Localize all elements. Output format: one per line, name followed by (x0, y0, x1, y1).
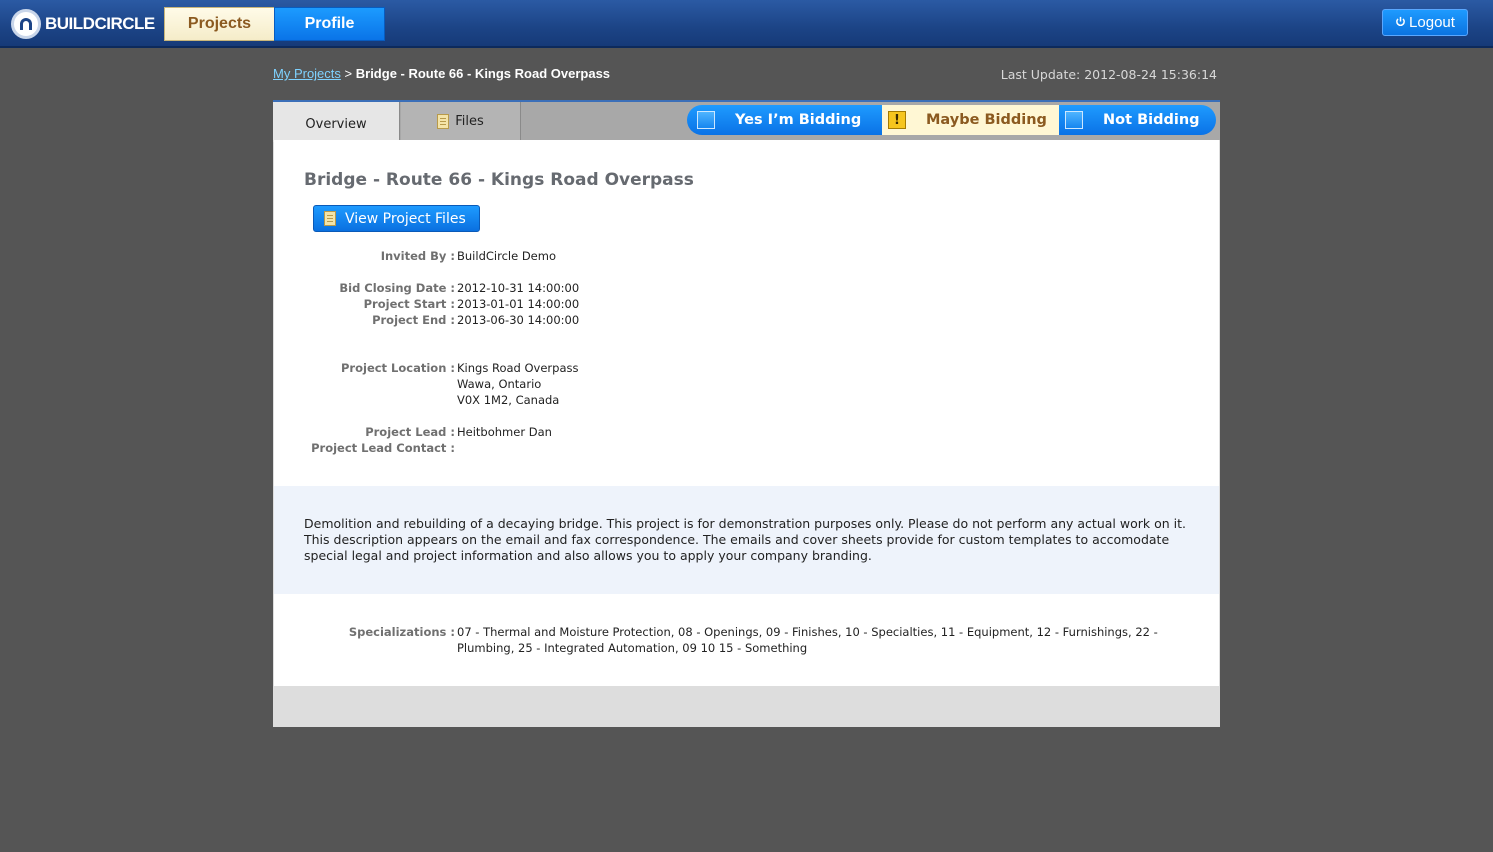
nav-tab-projects[interactable]: Projects (164, 7, 275, 41)
project-lead-contact-label: Project Lead Contact : (311, 441, 455, 455)
tab-files[interactable]: Files (401, 102, 521, 140)
project-end-value: 2013-06-30 14:00:00 (457, 313, 580, 327)
bid-closing-date-label: Bid Closing Date : (339, 281, 455, 295)
project-title: Bridge - Route 66 - Kings Road Overpass (304, 170, 694, 190)
specializations-label: Specializations : (348, 625, 455, 639)
last-update-text: Last Update: 2012-08-24 15:36:14 (1000, 67, 1217, 82)
project-panel: Overview Files Yes I’m Bidding ! Maybe B… (273, 100, 1220, 727)
maybe-bidding-label: Maybe Bidding (926, 112, 1047, 128)
logout-button[interactable]: Logout (1382, 9, 1468, 36)
project-start-label: Project Start : (363, 297, 455, 311)
tab-bar: Overview Files Yes I’m Bidding ! Maybe B… (273, 100, 1220, 142)
breadcrumb-separator: > (344, 66, 353, 81)
bid-closing-date-value: 2012-10-31 14:00:00 (457, 281, 580, 295)
project-location-line3: V0X 1M2, Canada (457, 393, 560, 407)
logout-label: Logout (1409, 14, 1455, 31)
view-project-files-label: View Project Files (345, 210, 466, 227)
document-icon (324, 211, 336, 226)
project-location-label: Project Location : (341, 361, 455, 375)
warning-icon: ! (888, 111, 906, 129)
bidding-status-group: Yes I’m Bidding ! Maybe Bidding Not Bidd… (687, 105, 1216, 135)
breadcrumb-current: Bridge - Route 66 - Kings Road Overpass (355, 66, 611, 81)
not-bidding-label: Not Bidding (1103, 112, 1200, 128)
not-bidding-button[interactable]: Not Bidding (1059, 105, 1216, 135)
project-description: Demolition and rebuilding of a decaying … (304, 516, 1186, 563)
brand-name: BUILDCIRCLE (45, 14, 155, 33)
invited-by-value: BuildCircle Demo (457, 249, 556, 263)
tab-files-label: Files (455, 113, 484, 129)
description-section: Demolition and rebuilding of a decaying … (274, 486, 1219, 594)
project-lead-value: Heitbohmer Dan (457, 425, 552, 439)
project-location-line2: Wawa, Ontario (457, 377, 542, 391)
project-end-label: Project End : (372, 313, 455, 327)
top-navigation-bar: BUILDCIRCLE Projects Profile Logout (0, 0, 1493, 48)
breadcrumb-my-projects-link[interactable]: My Projects (273, 66, 341, 81)
yes-bidding-label: Yes I’m Bidding (735, 112, 862, 128)
checkbox-icon (697, 111, 715, 129)
project-lead-label: Project Lead : (365, 425, 455, 439)
view-project-files-button[interactable]: View Project Files (313, 205, 480, 232)
power-icon (1395, 14, 1406, 31)
brand-logo[interactable]: BUILDCIRCLE (11, 9, 155, 39)
tab-overview[interactable]: Overview (273, 102, 400, 142)
nav-tab-profile[interactable]: Profile (274, 7, 385, 41)
yes-bidding-button[interactable]: Yes I’m Bidding (687, 105, 882, 135)
breadcrumb: My Projects > Bridge - Route 66 - Kings … (273, 66, 610, 81)
specializations-value: 07 - Thermal and Moisture Protection, 08… (457, 625, 1158, 655)
project-location-line1: Kings Road Overpass (457, 361, 579, 375)
invited-by-label: Invited By : (380, 249, 455, 263)
overview-content: Bridge - Route 66 - Kings Road Overpass … (274, 140, 1219, 686)
document-icon (437, 113, 450, 129)
maybe-bidding-button[interactable]: ! Maybe Bidding (882, 105, 1059, 135)
checkbox-icon (1065, 111, 1083, 129)
buildcircle-logo-icon (11, 9, 41, 39)
project-start-value: 2013-01-01 14:00:00 (457, 297, 580, 311)
